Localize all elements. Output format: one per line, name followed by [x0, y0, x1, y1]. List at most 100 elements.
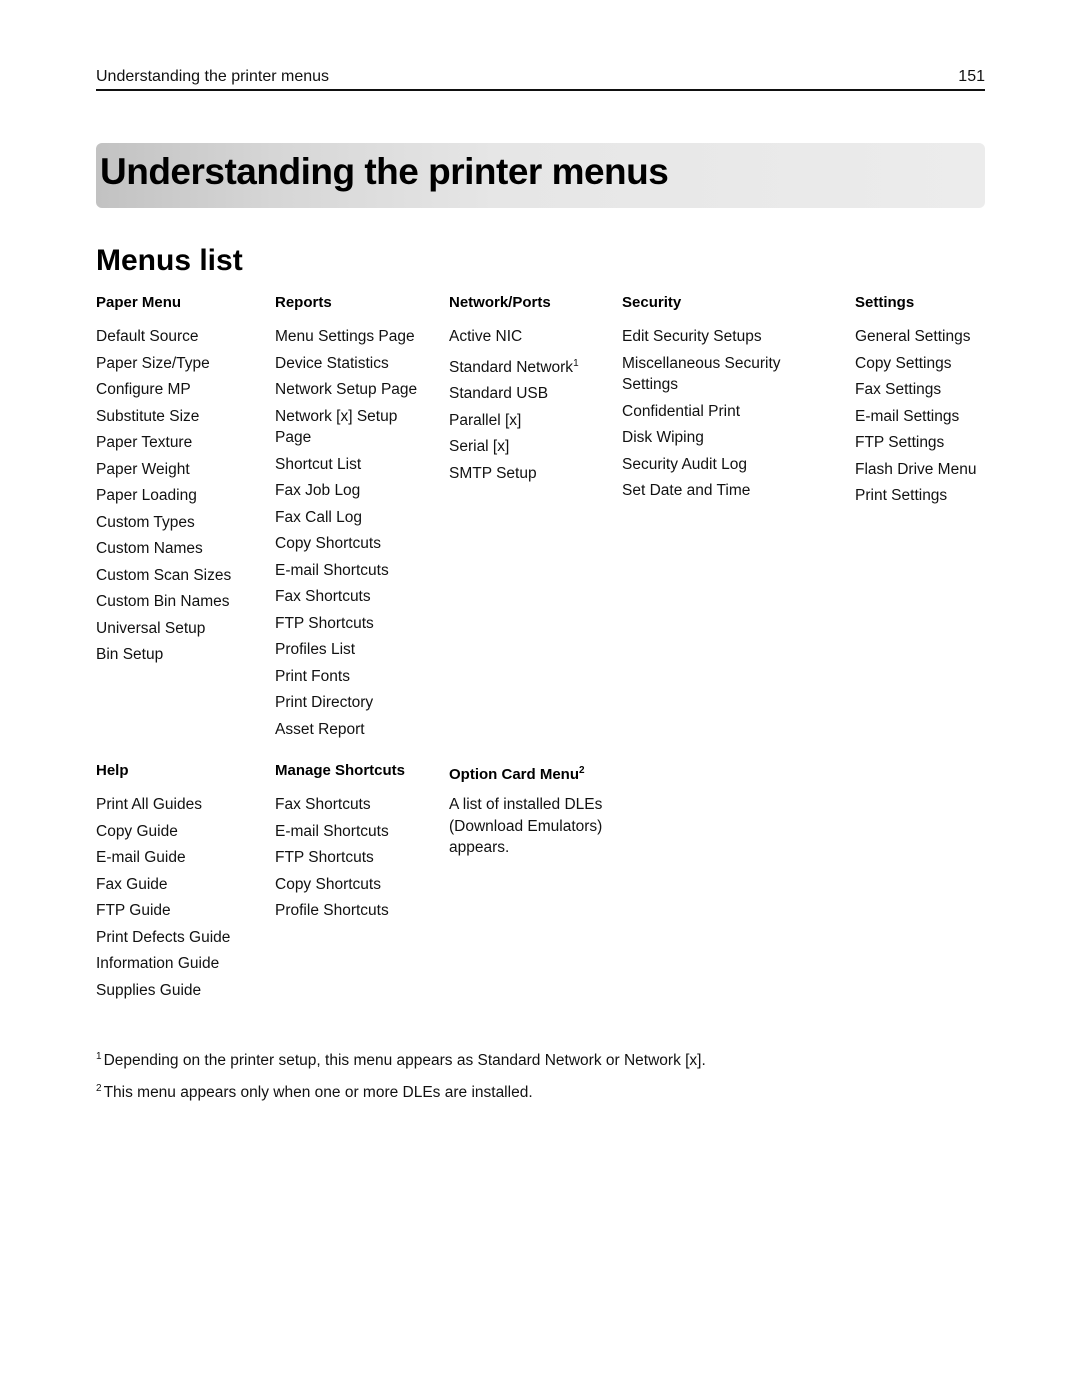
- menu-heading-text: Option Card Menu: [449, 766, 579, 783]
- menu-item-label: E-mail Settings: [855, 407, 960, 425]
- menu-item-label: Fax Shortcuts: [275, 796, 371, 813]
- menu-item-label: Fax Settings: [855, 381, 942, 398]
- menu-item: Configure MP: [96, 379, 266, 401]
- menu-item-label: FTP Shortcuts: [275, 614, 374, 632]
- menu-item-label: Fax Job Log: [275, 482, 361, 499]
- menu-item: General Settings: [855, 326, 990, 348]
- menu-item: Custom Bin Names: [96, 591, 266, 613]
- menu-item-label: Network [x] Setup Page: [275, 407, 398, 447]
- menu-item: Confidential Print: [622, 401, 802, 423]
- menu-item: Fax Shortcuts: [275, 586, 435, 608]
- menu-item: Information Guide: [96, 953, 266, 975]
- menu-item: Print Defects Guide: [96, 927, 266, 949]
- menu-item-label: General Settings: [855, 328, 971, 345]
- menu-item-label: Disk Wiping: [622, 429, 704, 446]
- menu-description: A list of installed DLEs (Download Emula…: [449, 796, 603, 856]
- menu-item-label: Print All Guides: [96, 796, 202, 813]
- footnotes: 1 Depending on the printer setup, this me…: [96, 1047, 706, 1111]
- menu-item: E-mail Shortcuts: [275, 821, 440, 843]
- menu-item-label: Copy Shortcuts: [275, 875, 381, 893]
- menu-item: Paper Weight: [96, 459, 266, 481]
- menu-item: Custom Types: [96, 512, 266, 534]
- menu-item: Asset Report: [275, 719, 435, 741]
- menu-item: Serial [x]: [449, 436, 614, 458]
- menu-item-label: Bin Setup: [96, 646, 164, 663]
- menu-item: Shortcut List: [275, 454, 435, 476]
- menu-item-label: Paper Size/Type: [96, 354, 210, 372]
- menu-item: Print Directory: [275, 692, 435, 714]
- footnote-ref: 2: [579, 765, 585, 776]
- menu-item: FTP Guide: [96, 900, 266, 922]
- menu-column-reports: Reports Menu Settings Page Device Statist…: [275, 294, 435, 745]
- menu-item-label: Fax Call Log: [275, 508, 363, 526]
- menu-item: Substitute Size: [96, 406, 266, 428]
- menu-item-label: Fax Guide: [96, 875, 168, 893]
- menu-item-label: Profile Shortcuts: [275, 902, 389, 919]
- menu-column-security: Security Edit Security Setups Miscellaneo…: [622, 294, 802, 507]
- menu-item: Fax Guide: [96, 874, 266, 896]
- menu-item: Universal Setup: [96, 618, 266, 640]
- menu-item: Copy Guide: [96, 821, 266, 843]
- menu-item: Set Date and Time: [622, 480, 802, 502]
- menu-item: Fax Call Log: [275, 507, 435, 529]
- menu-item: Menu Settings Page: [275, 326, 435, 348]
- menu-item-label: Supplies Guide: [96, 981, 202, 999]
- menu-item-label: Fax Shortcuts: [275, 588, 371, 605]
- menu-item: Standard Network1: [449, 353, 614, 379]
- menu-heading: Security: [622, 294, 682, 311]
- menu-column-option-card-menu: Option Card Menu2 A list of installed DL…: [449, 762, 619, 859]
- menu-item: SMTP Setup: [449, 463, 614, 485]
- menu-item: Bin Setup: [96, 644, 266, 666]
- menu-item: Custom Names: [96, 538, 266, 560]
- menu-item-label: Universal Setup: [96, 619, 206, 637]
- menu-item-label: Print Settings: [855, 487, 948, 504]
- menu-item: Paper Loading: [96, 485, 266, 507]
- menu-heading: Paper Menu: [96, 294, 182, 311]
- menu-item: FTP Settings: [855, 432, 990, 454]
- menu-item-label: Serial [x]: [449, 438, 510, 456]
- menu-item: Flash Drive Menu: [855, 459, 990, 481]
- footnote: 1 Depending on the printer setup, this me…: [96, 1047, 706, 1071]
- menu-column-help: Help Print All Guides Copy Guide E-mail Gu…: [96, 762, 266, 1006]
- menu-item: Profiles List: [275, 639, 435, 661]
- menu-item: Print Fonts: [275, 666, 435, 688]
- menu-item: Network Setup Page: [275, 379, 435, 401]
- menu-item: FTP Shortcuts: [275, 613, 435, 635]
- menu-item-label: Profiles List: [275, 641, 356, 658]
- chapter-title: Understanding the printer menus: [100, 151, 669, 192]
- footnote-text: This menu appears only when one or more …: [103, 1084, 533, 1101]
- running-header-title: Understanding the printer menus: [96, 68, 330, 85]
- footnote-marker: 2: [96, 1083, 102, 1094]
- menu-item: Miscellaneous Security Settings: [622, 353, 802, 396]
- menu-item-label: Device Statistics: [275, 354, 389, 372]
- menu-item: Fax Shortcuts: [275, 794, 440, 816]
- menu-column-manage-shortcuts: Manage Shortcuts Fax Shortcuts E-mail Sho…: [275, 762, 440, 927]
- menu-item-label: Copy Shortcuts: [275, 535, 381, 552]
- menu-item: Print Settings: [855, 485, 990, 507]
- menu-item-label: Standard USB: [449, 385, 549, 403]
- menu-item-label: Confidential Print: [622, 402, 741, 420]
- menu-item: Copy Settings: [855, 353, 990, 375]
- menu-item-label: Default Source: [96, 328, 199, 345]
- menu-item-label: Copy Guide: [96, 822, 178, 840]
- menu-item-label: Asset Report: [275, 720, 365, 738]
- menu-column-network-ports: Network/Ports Active NIC Standard Network…: [449, 294, 614, 489]
- menu-item-label: Security Audit Log: [622, 455, 747, 473]
- menu-item-label: E-mail Shortcuts: [275, 561, 389, 579]
- menu-item: Standard USB: [449, 383, 614, 405]
- menu-item-label: Menu Settings Page: [275, 328, 415, 345]
- menu-item: Active NIC: [449, 326, 614, 348]
- menu-item: E-mail Shortcuts: [275, 560, 435, 582]
- menu-item: Custom Scan Sizes: [96, 565, 266, 587]
- menu-item-label: Custom Bin Names: [96, 593, 230, 610]
- menu-item: Fax Settings: [855, 379, 990, 401]
- menu-heading: Settings: [855, 294, 915, 311]
- menu-item-label: Print Defects Guide: [96, 928, 231, 946]
- menu-item-label: Copy Settings: [855, 354, 952, 372]
- section-title: Menus list: [96, 244, 243, 277]
- menu-heading: Option Card Menu2: [449, 762, 619, 794]
- menu-item-label: Active NIC: [449, 328, 523, 345]
- menu-item: Default Source: [96, 326, 266, 348]
- menu-item-label: Print Fonts: [275, 667, 350, 685]
- page-number: 151: [958, 68, 985, 85]
